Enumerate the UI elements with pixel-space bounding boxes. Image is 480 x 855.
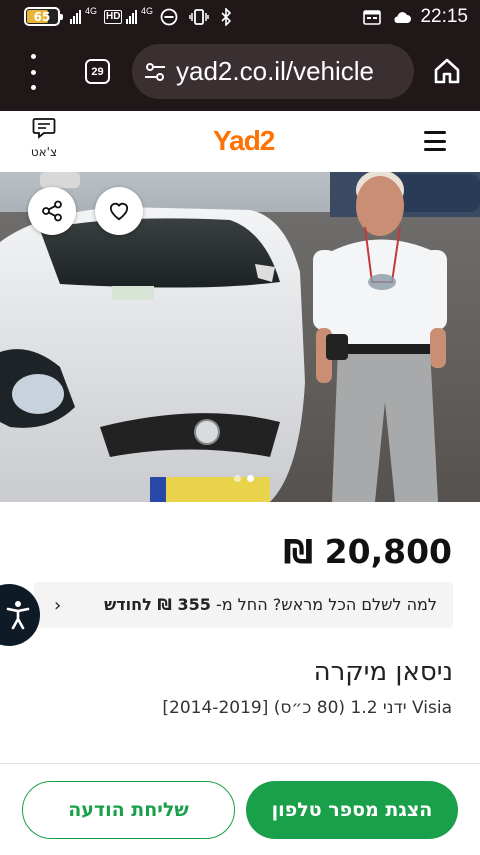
- price: 20,800 ₪: [283, 532, 452, 571]
- bluetooth-icon: [220, 0, 232, 34]
- battery-level: 65: [33, 9, 51, 24]
- gallery-dot[interactable]: [234, 475, 241, 482]
- signal-icon: 4G: [70, 0, 97, 34]
- contact-action-bar: הצגת מספר טלפון שליחת הודעה: [0, 763, 480, 855]
- battery-icon: 65: [24, 7, 63, 26]
- hd-voice-icon: HD: [104, 0, 123, 34]
- favorite-button[interactable]: [95, 187, 143, 235]
- vehicle-subtitle: Visia ידני 1.2 (80 כ״ס) [2014-2019]: [162, 698, 452, 718]
- show-phone-button[interactable]: הצגת מספר טלפון: [246, 781, 458, 839]
- site-header: צ'אט Yad2: [0, 111, 480, 172]
- browser-toolbar: 29 yad2.co.il/vehicle: [0, 34, 480, 111]
- status-bar: 65 4G HD 4G 22:15: [0, 0, 480, 34]
- gallery-pagination: [234, 475, 254, 482]
- vehicle-title: ניסאן מיקרה: [313, 657, 453, 687]
- share-icon: [42, 200, 62, 222]
- share-button[interactable]: [28, 187, 76, 235]
- do-not-disturb-icon: [160, 0, 178, 34]
- url-text: yad2.co.il/vehicle: [176, 56, 374, 86]
- financing-prefix: למה לשלם הכל מראש? החל מ-: [215, 595, 437, 614]
- financing-amount: 355 ₪ לחודש: [104, 595, 211, 614]
- network-type-label-2: 4G: [141, 6, 154, 16]
- chevron-right-icon: ›: [54, 595, 62, 616]
- yad2-logo[interactable]: Yad2: [213, 125, 275, 157]
- cloud-icon: [392, 0, 412, 34]
- signal-icon-2: 4G: [126, 0, 153, 34]
- calendar-notification-icon: [363, 0, 381, 34]
- clock: 22:15: [420, 6, 468, 27]
- tab-switcher-button[interactable]: 29: [85, 59, 110, 84]
- vehicle-image-gallery[interactable]: [0, 172, 480, 502]
- home-icon[interactable]: [432, 56, 462, 86]
- hamburger-menu-icon[interactable]: [424, 131, 446, 151]
- send-message-button[interactable]: שליחת הודעה: [22, 781, 235, 839]
- chat-bubble-icon: [32, 118, 56, 139]
- chat-button[interactable]: צ'אט: [26, 117, 62, 167]
- address-bar[interactable]: yad2.co.il/vehicle: [132, 44, 414, 99]
- chat-label: צ'אט: [30, 145, 58, 159]
- financing-banner[interactable]: למה לשלם הכל מראש? החל מ- 355 ₪ לחודש ›: [34, 582, 453, 628]
- overflow-menu-icon[interactable]: [22, 54, 44, 90]
- accessibility-icon: [6, 601, 30, 630]
- network-type-label: 4G: [85, 6, 98, 16]
- heart-icon: [109, 202, 129, 221]
- financing-text: למה לשלם הכל מראש? החל מ- 355 ₪ לחודש: [104, 582, 437, 628]
- gallery-dot-active[interactable]: [247, 475, 254, 482]
- vibrate-icon: [189, 0, 209, 34]
- site-settings-icon[interactable]: [144, 62, 166, 82]
- hd-label: HD: [104, 10, 123, 24]
